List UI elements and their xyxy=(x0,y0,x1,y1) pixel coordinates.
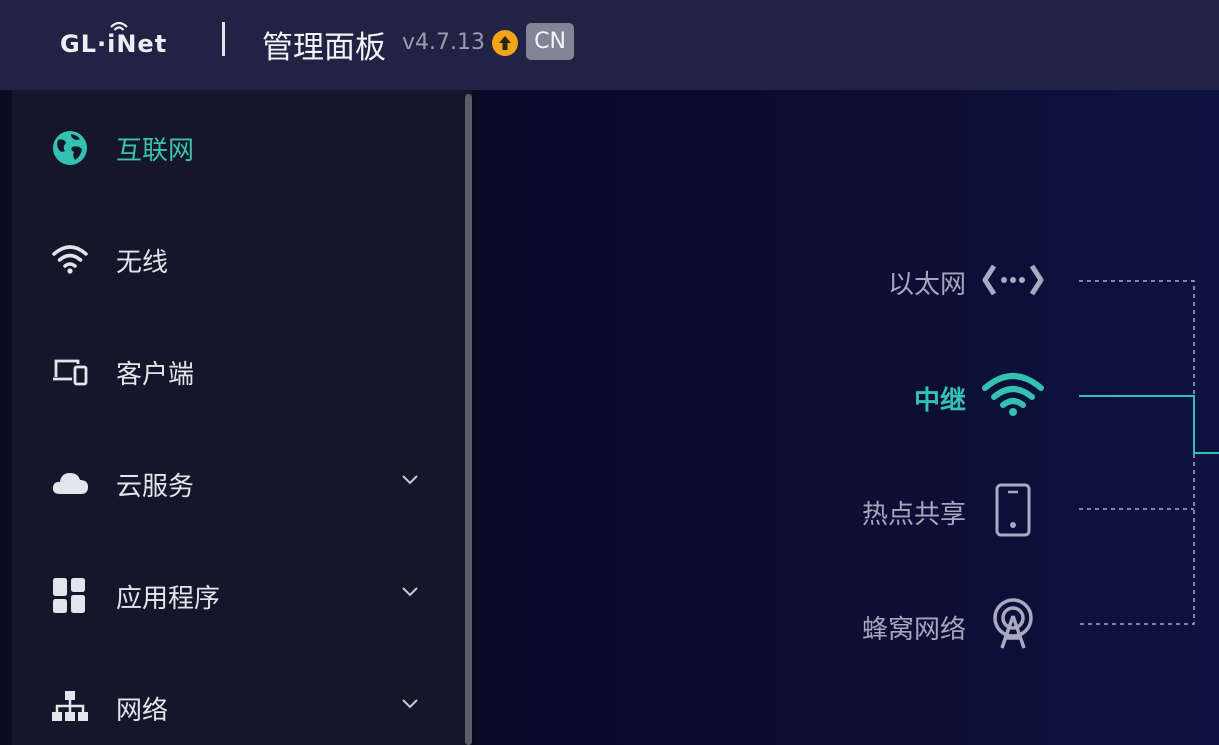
sidebar-item-internet[interactable]: 互联网 xyxy=(12,90,452,202)
firmware-version: v4.7.13 xyxy=(402,30,485,55)
connection-label-repeater[interactable]: 中继 xyxy=(766,380,966,417)
sidebar-item-label: 网络 xyxy=(116,696,169,726)
sidebar-item-cloud[interactable]: 云服务 xyxy=(12,426,452,538)
apps-grid-icon xyxy=(53,578,85,613)
wifi-icon xyxy=(52,245,88,274)
chevron-down-icon[interactable] xyxy=(400,586,420,598)
ethernet-icon[interactable] xyxy=(982,262,1044,298)
cloud-icon xyxy=(52,473,88,494)
sidebar-item-network[interactable]: 网络 xyxy=(12,650,452,745)
cellular-tower-icon[interactable] xyxy=(990,596,1036,652)
chevron-down-icon[interactable] xyxy=(400,698,420,710)
sidebar-item-label: 互联网 xyxy=(116,136,195,166)
sidebar-item-clients[interactable]: 客户端 xyxy=(12,314,452,426)
upgrade-arrow-icon[interactable] xyxy=(492,30,518,56)
language-badge[interactable]: CN xyxy=(526,23,574,60)
sidebar-item-label: 云服务 xyxy=(116,472,195,502)
phone-icon[interactable] xyxy=(994,482,1032,538)
connection-lines xyxy=(1079,280,1219,625)
brand-logo[interactable]: GL·iNet xyxy=(60,21,168,62)
devices-icon xyxy=(53,359,88,386)
sidebar-scrollbar[interactable] xyxy=(465,94,472,745)
sidebar-item-applications[interactable]: 应用程序 xyxy=(12,538,452,650)
logo-wifi-icon xyxy=(110,21,128,31)
top-header: GL·iNet 管理面板 v4.7.13 CN xyxy=(0,0,1219,90)
connection-label-ethernet[interactable]: 以太网 xyxy=(766,264,966,301)
main-panel: 以太网 中继 热点共享 蜂窝网络 xyxy=(478,90,1219,745)
sidebar-item-label: 应用程序 xyxy=(116,584,221,614)
sidebar-item-label: 客户端 xyxy=(116,360,195,390)
brand-logo-text: GL·iNet xyxy=(60,30,168,58)
page-title: 管理面板 xyxy=(262,30,386,66)
network-tree-icon xyxy=(52,691,88,721)
sidebar-item-label: 无线 xyxy=(116,248,169,278)
connection-label-hotspot[interactable]: 热点共享 xyxy=(766,494,966,531)
globe-icon xyxy=(53,131,87,165)
header-divider xyxy=(222,22,225,56)
chevron-down-icon[interactable] xyxy=(400,474,420,486)
wifi-repeater-icon[interactable] xyxy=(982,370,1044,418)
connection-label-cellular[interactable]: 蜂窝网络 xyxy=(766,609,966,646)
sidebar-left-edge xyxy=(0,90,12,745)
sidebar-item-wireless[interactable]: 无线 xyxy=(12,202,452,314)
